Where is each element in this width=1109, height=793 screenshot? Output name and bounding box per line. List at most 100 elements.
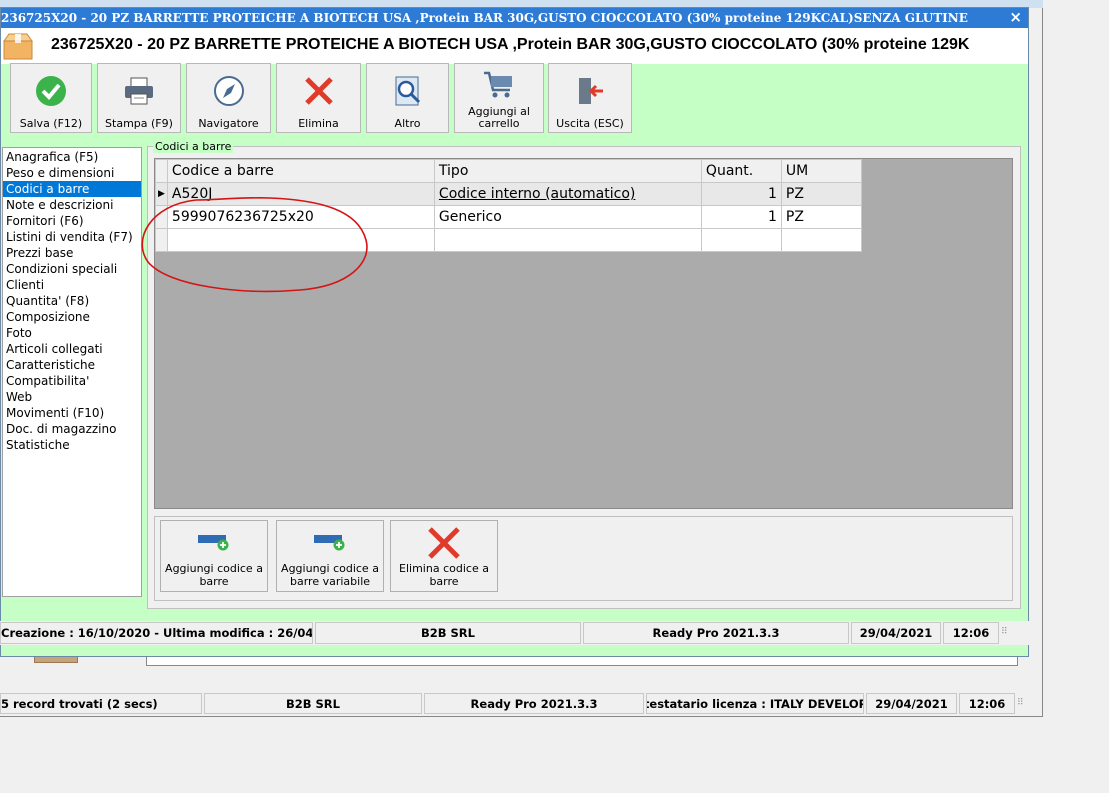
article-header: 236725X20 - 20 PZ BARRETTE PROTEICHE A B…: [1, 28, 1028, 64]
row-indicator: [155, 228, 168, 252]
exit-button[interactable]: Uscita (ESC): [548, 63, 632, 133]
add-variable-barcode-icon: [314, 535, 345, 551]
group-title: Codici a barre: [153, 140, 234, 153]
um-cell[interactable]: PZ: [780, 182, 862, 206]
nav-item[interactable]: Prezzi base: [3, 245, 141, 261]
column-header-barcode[interactable]: Codice a barre: [166, 159, 435, 183]
row-indicator: [155, 205, 168, 229]
nav-item[interactable]: Listini di vendita (F7): [3, 229, 141, 245]
type-cell[interactable]: Codice interno (automatico): [433, 182, 702, 206]
print-button[interactable]: Stampa (F9): [97, 63, 181, 133]
type-cell[interactable]: [433, 228, 702, 252]
add-variable-barcode-label-line2: barre variabile: [289, 575, 371, 588]
delete-barcode-label: Elimina codice a barre: [391, 562, 497, 588]
nav-item[interactable]: Articoli collegati: [3, 341, 141, 357]
exit-label: Uscita (ESC): [556, 117, 624, 130]
delete-label: Elimina: [298, 117, 339, 130]
qty-cell[interactable]: [700, 228, 782, 252]
navigator-button[interactable]: Navigatore: [186, 63, 271, 133]
background-panel: [146, 656, 1018, 666]
resize-grip-icon[interactable]: ⠿: [1017, 698, 1029, 710]
background-status-bar: 5 record trovati (2 secs) B2B SRL Ready …: [0, 690, 1040, 717]
add-variable-barcode-button[interactable]: Aggiungi codice a barre variabile: [276, 520, 384, 592]
new-row[interactable]: [155, 228, 862, 252]
search-document-icon: [395, 76, 420, 106]
nav-item[interactable]: Composizione: [3, 309, 141, 325]
resize-grip-icon[interactable]: ⠿: [1001, 627, 1013, 639]
check-icon: [36, 76, 66, 106]
column-header-qty[interactable]: Quant.: [700, 159, 782, 183]
close-icon[interactable]: ×: [1009, 8, 1022, 26]
print-label: Stampa (F9): [105, 117, 173, 130]
section-nav-list: Anagrafica (F5) Peso e dimensioni Codici a…: [2, 147, 142, 597]
save-button[interactable]: Salva (F12): [10, 63, 92, 133]
other-label: Altro: [394, 117, 421, 130]
status-records: 5 record trovati (2 secs): [0, 693, 202, 714]
nav-item[interactable]: Fornitori (F6): [3, 213, 141, 229]
um-cell[interactable]: PZ: [780, 205, 862, 229]
column-header-um[interactable]: UM: [780, 159, 862, 183]
add-barcode-button[interactable]: Aggiungi codice a barre: [160, 520, 268, 592]
nav-item[interactable]: Compatibilita': [3, 373, 141, 389]
barcode-cell[interactable]: [166, 228, 435, 252]
nav-item[interactable]: Quantita' (F8): [3, 293, 141, 309]
exit-door-icon: [579, 78, 603, 104]
add-variable-barcode-label-line1: Aggiungi codice a: [281, 562, 379, 575]
nav-item[interactable]: Codici a barre: [3, 181, 141, 197]
delete-x-icon: [428, 527, 460, 559]
add-barcode-icon: [198, 535, 229, 551]
dialog-status-bar: Creazione : 16/10/2020 - Ultima modifica…: [0, 621, 1029, 645]
barcode-table: Codice a barre Tipo Quant. UM ▶ A520J Co…: [155, 159, 862, 252]
nav-item[interactable]: Note e descrizioni: [3, 197, 141, 213]
status-version: Ready Pro 2021.3.3: [583, 622, 849, 644]
add-barcode-label: Aggiungi codice a barre: [161, 562, 267, 588]
status-company: B2B SRL: [315, 622, 581, 644]
status-date: 29/04/2021: [851, 622, 941, 644]
status-time: 12:06: [959, 693, 1015, 714]
barcode-cell[interactable]: A520J: [166, 182, 435, 206]
add-barcode-label-line1: Aggiungi codice a: [165, 562, 263, 575]
add-to-cart-label: Aggiungi al carrello: [455, 106, 543, 130]
save-label: Salva (F12): [19, 117, 83, 130]
nav-item[interactable]: Peso e dimensioni: [3, 165, 141, 181]
status-version: Ready Pro 2021.3.3: [424, 693, 644, 714]
other-button[interactable]: Altro: [366, 63, 449, 133]
add-to-cart-label-line2: carrello: [478, 117, 520, 130]
qty-cell[interactable]: 1: [700, 205, 782, 229]
delete-button[interactable]: Elimina: [276, 63, 361, 133]
article-title: 236725X20 - 20 PZ BARRETTE PROTEICHE A B…: [51, 36, 970, 53]
package-icon: [3, 33, 33, 60]
add-to-cart-button[interactable]: Aggiungi al carrello: [454, 63, 544, 133]
nav-item[interactable]: Statistiche: [3, 437, 141, 453]
nav-item[interactable]: Clienti: [3, 277, 141, 293]
type-link[interactable]: Codice interno (automatico): [439, 186, 635, 202]
table-row[interactable]: ▶ A520J Codice interno (automatico) 1 PZ: [155, 182, 862, 206]
type-cell[interactable]: Generico: [433, 205, 702, 229]
printer-icon: [125, 77, 153, 105]
delete-barcode-button[interactable]: Elimina codice a barre: [390, 520, 498, 592]
status-license: Intestatario licenza : ITALY DEVELOPM: [646, 693, 864, 714]
nav-item[interactable]: Web: [3, 389, 141, 405]
status-date: 29/04/2021: [866, 693, 957, 714]
nav-item[interactable]: Condizioni speciali: [3, 261, 141, 277]
nav-item[interactable]: Doc. di magazzino: [3, 421, 141, 437]
barcode-grid[interactable]: Codice a barre Tipo Quant. UM ▶ A520J Co…: [154, 158, 1013, 509]
table-row[interactable]: 5999076236725x20 Generico 1 PZ: [155, 205, 862, 229]
barcode-cell[interactable]: 5999076236725x20: [166, 205, 435, 229]
nav-item[interactable]: Caratteristiche: [3, 357, 141, 373]
shopping-cart-icon: [484, 71, 512, 98]
add-barcode-label-line2: barre: [199, 575, 229, 588]
status-time: 12:06: [943, 622, 999, 644]
um-cell[interactable]: [780, 228, 862, 252]
nav-item[interactable]: Foto: [3, 325, 141, 341]
nav-item[interactable]: Movimenti (F10): [3, 405, 141, 421]
navigator-label: Navigatore: [198, 117, 259, 130]
status-company: B2B SRL: [204, 693, 422, 714]
dialog-titlebar[interactable]: 236725X20 - 20 PZ BARRETTE PROTEICHE A B…: [1, 8, 1028, 28]
nav-item[interactable]: Anagrafica (F5): [3, 149, 141, 165]
add-variable-barcode-label: Aggiungi codice a barre variabile: [277, 562, 383, 588]
delete-barcode-label-line2: barre: [429, 575, 459, 588]
delete-barcode-label-line1: Elimina codice a: [399, 562, 489, 575]
qty-cell[interactable]: 1: [700, 182, 782, 206]
column-header-type[interactable]: Tipo: [433, 159, 702, 183]
